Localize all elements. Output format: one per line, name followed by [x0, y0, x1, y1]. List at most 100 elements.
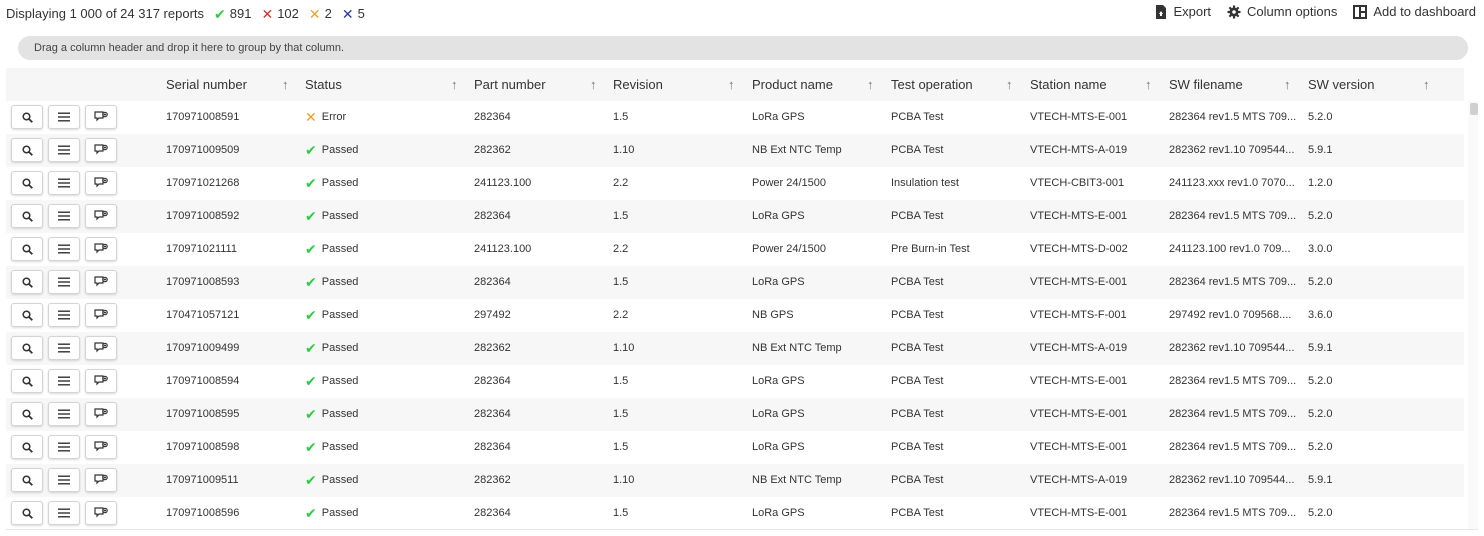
- column-header-serial[interactable]: Serial number: [166, 68, 247, 101]
- column-options-button[interactable]: Column options: [1227, 4, 1337, 19]
- table-row[interactable]: 170971008592 ✔ Passed 282364 1.5 LoRa GPS PCBA…: [6, 200, 1464, 233]
- view-report-button[interactable]: [11, 303, 43, 327]
- report-menu-button[interactable]: [48, 303, 80, 327]
- sort-arrow-icon[interactable]: ↑: [1145, 68, 1152, 101]
- view-report-button[interactable]: [11, 270, 43, 294]
- report-menu-button[interactable]: [48, 468, 80, 492]
- column-header-filename[interactable]: SW filename: [1169, 68, 1243, 101]
- column-header-revision[interactable]: Revision: [613, 68, 663, 101]
- report-menu-button[interactable]: [48, 435, 80, 459]
- comment-button[interactable]: [85, 468, 117, 492]
- status-count-value: 5: [357, 6, 365, 21]
- report-menu-button[interactable]: [48, 369, 80, 393]
- cell-serial: 170971008594: [166, 375, 240, 387]
- scrollbar-thumb[interactable]: [1470, 103, 1478, 115]
- cell-station: VTECH-CBIT3-001: [1030, 177, 1125, 189]
- table-row[interactable]: 170971021268 ✔ Passed 241123.100 2.2 Power 24…: [6, 167, 1464, 200]
- table-row[interactable]: 170971008596 ✔ Passed 282364 1.5 LoRa GPS PCBA…: [6, 497, 1464, 529]
- table-row[interactable]: 170971008591 ✕ Error 282364 1.5 LoRa GPS PCBA …: [6, 101, 1464, 134]
- view-report-button[interactable]: [11, 369, 43, 393]
- view-report-button[interactable]: [11, 138, 43, 162]
- cell-part: 282364: [474, 111, 511, 123]
- view-report-button[interactable]: [11, 501, 43, 525]
- comment-button[interactable]: [85, 204, 117, 228]
- comment-button[interactable]: [85, 237, 117, 261]
- sort-arrow-icon[interactable]: ↑: [1284, 68, 1291, 101]
- column-header-station[interactable]: Station name: [1030, 68, 1107, 101]
- table-row[interactable]: 170971008595 ✔ Passed 282364 1.5 LoRa GPS PCBA…: [6, 398, 1464, 431]
- table-row[interactable]: 170471057121 ✔ Passed 297492 2.2 NB GPS PCBA T…: [6, 299, 1464, 332]
- view-report-button[interactable]: [11, 468, 43, 492]
- cell-status: ✔ Passed: [305, 332, 455, 365]
- comment-button[interactable]: [85, 303, 117, 327]
- sort-arrow-icon[interactable]: ↑: [1006, 68, 1013, 101]
- export-button[interactable]: Export: [1155, 4, 1211, 19]
- report-menu-button[interactable]: [48, 402, 80, 426]
- status-label: Passed: [321, 144, 359, 156]
- comment-button[interactable]: [85, 402, 117, 426]
- comment-button[interactable]: [85, 501, 117, 525]
- sort-arrow-icon[interactable]: ↑: [867, 68, 874, 101]
- report-menu-button[interactable]: [48, 138, 80, 162]
- column-header-version[interactable]: SW version: [1308, 68, 1374, 101]
- menu-icon: [58, 145, 70, 155]
- group-by-drop-zone[interactable]: Drag a column header and drop it here to…: [18, 36, 1468, 60]
- report-menu-button[interactable]: [48, 270, 80, 294]
- view-report-button[interactable]: [11, 204, 43, 228]
- check-icon: ✔: [305, 307, 317, 323]
- comment-button[interactable]: [85, 138, 117, 162]
- report-menu-button[interactable]: [48, 204, 80, 228]
- cell-version: 5.2.0: [1308, 507, 1333, 519]
- table-row[interactable]: 170971009499 ✔ Passed 282362 1.10 NB Ext NTC …: [6, 332, 1464, 365]
- table-row[interactable]: 170971021111 ✔ Passed 241123.100 2.2 Power 24…: [6, 233, 1464, 266]
- sort-arrow-icon[interactable]: ↑: [282, 68, 289, 101]
- column-header-operation[interactable]: Test operation: [891, 68, 973, 101]
- comment-button[interactable]: [85, 435, 117, 459]
- sort-arrow-icon[interactable]: ↑: [451, 68, 458, 101]
- column-header-part[interactable]: Part number: [474, 68, 546, 101]
- table-row[interactable]: 170971009511 ✔ Passed 282362 1.10 NB Ext NTC …: [6, 464, 1464, 497]
- view-report-button[interactable]: [11, 435, 43, 459]
- view-report-button[interactable]: [11, 402, 43, 426]
- sort-arrow-icon[interactable]: ↑: [1423, 68, 1430, 101]
- column-header-product[interactable]: Product name: [752, 68, 833, 101]
- report-menu-button[interactable]: [48, 105, 80, 129]
- table-row[interactable]: 170971008593 ✔ Passed 282364 1.5 LoRa GPS PCBA…: [6, 266, 1464, 299]
- report-menu-button[interactable]: [48, 171, 80, 195]
- cell-operation: PCBA Test: [891, 507, 944, 519]
- cell-revision: 2.2: [613, 309, 629, 321]
- comment-button[interactable]: [85, 171, 117, 195]
- cell-filename: 282364 rev1.5 MTS 709...: [1169, 210, 1297, 222]
- comment-icon: [94, 341, 108, 355]
- cell-status: ✕ Error: [305, 101, 455, 134]
- cell-status: ✔ Passed: [305, 200, 455, 233]
- report-menu-button[interactable]: [48, 501, 80, 525]
- cell-filename: 241123.100 rev1.0 709...: [1169, 243, 1291, 255]
- table-row[interactable]: 170971009509 ✔ Passed 282362 1.10 NB Ext NTC …: [6, 134, 1464, 167]
- sort-arrow-icon[interactable]: ↑: [590, 68, 597, 101]
- report-menu-button[interactable]: [48, 237, 80, 261]
- cell-product: LoRa GPS: [752, 375, 805, 387]
- cross-icon: ✕: [261, 5, 274, 22]
- report-menu-button[interactable]: [48, 336, 80, 360]
- cell-station: VTECH-MTS-E-001: [1030, 276, 1128, 288]
- cell-part: 282364: [474, 441, 511, 453]
- search-icon: [21, 507, 33, 519]
- comment-button[interactable]: [85, 336, 117, 360]
- view-report-button[interactable]: [11, 237, 43, 261]
- status-badge: ✔ Passed: [305, 497, 358, 529]
- comment-button[interactable]: [85, 270, 117, 294]
- view-report-button[interactable]: [11, 105, 43, 129]
- sort-arrow-icon[interactable]: ↑: [728, 68, 735, 101]
- vertical-scrollbar[interactable]: [1468, 101, 1478, 529]
- view-report-button[interactable]: [11, 336, 43, 360]
- comment-button[interactable]: [85, 105, 117, 129]
- view-report-button[interactable]: [11, 171, 43, 195]
- cell-version: 5.2.0: [1308, 441, 1333, 453]
- table-row[interactable]: 170971008598 ✔ Passed 282364 1.5 LoRa GPS PCBA…: [6, 431, 1464, 464]
- column-header-status[interactable]: Status: [305, 68, 342, 101]
- table-row[interactable]: 170971008594 ✔ Passed 282364 1.5 LoRa GPS PCBA…: [6, 365, 1464, 398]
- comment-button[interactable]: [85, 369, 117, 393]
- add-to-dashboard-button[interactable]: Add to dashboard: [1353, 4, 1476, 19]
- cell-serial: 170971008592: [166, 210, 240, 222]
